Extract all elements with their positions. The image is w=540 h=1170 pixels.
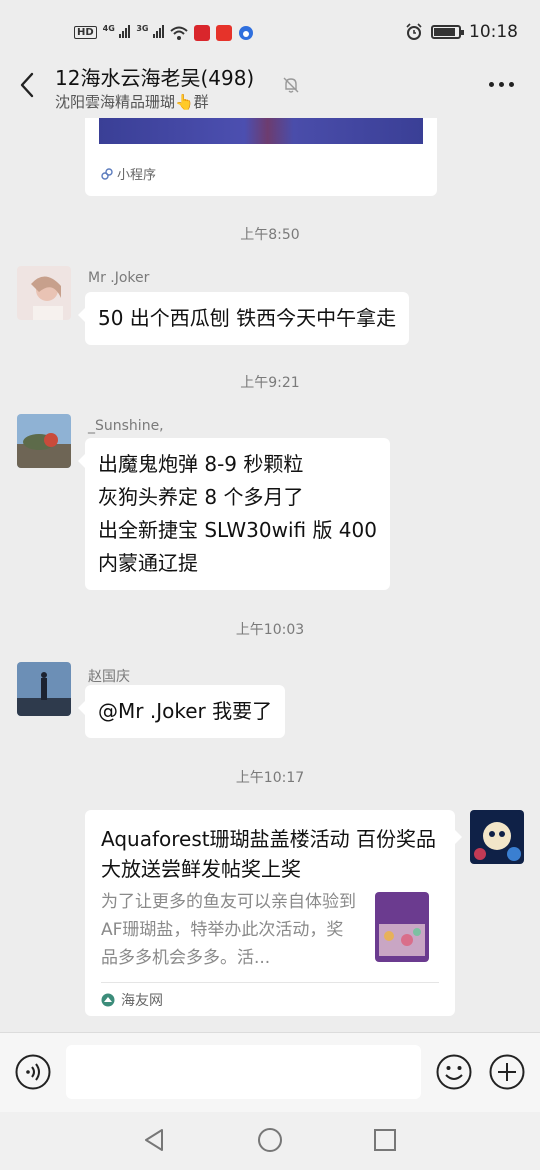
avatar[interactable] [17,662,71,716]
voice-input-icon[interactable] [15,1054,51,1090]
link-title: Aquaforest珊瑚盐盖楼活动 百份奖品大放送尝鲜发帖奖上奖 [101,827,436,881]
message-input-bar [0,1032,540,1112]
message-input[interactable] [66,1045,421,1099]
status-right-icons: 10:18 [405,22,518,42]
mini-program-icon [101,167,113,180]
avatar[interactable] [17,266,71,320]
link-source: 海友网 [101,990,163,1010]
nav-recent-apps-icon[interactable] [372,1127,398,1153]
app-notification-icon [193,24,210,41]
baidu-icon [238,25,253,40]
message-line: 灰狗头养定 8 个多月了 [98,485,304,509]
nav-back-icon[interactable] [142,1127,168,1153]
message-bubble[interactable]: 出魔鬼炮弹 8-9 秒颗粒 灰狗头养定 8 个多月了 出全新捷宝 SLW30wi… [78,438,390,590]
status-time: 10:18 [469,22,518,42]
plus-icon[interactable] [489,1054,525,1090]
timestamp: 上午10:17 [235,770,305,786]
link-description: 为了让更多的鱼友可以亲自体验到AF珊瑚盐，特举办此次活动，奖品多多机会多多。活.… [101,892,356,968]
alarm-icon [406,23,422,40]
message-bubble[interactable]: 50 出个西瓜刨 铁西今天中午拿走 [77,292,410,345]
message-bubble[interactable]: @Mr .Joker 我要了 [77,685,286,738]
source-logo-icon [101,993,115,1007]
divider [101,982,439,983]
chat-messages[interactable]: 小程序 上午8:50 Mr .Joker 50 出个西瓜刨 铁西今天中午拿走 上… [0,118,540,1032]
mini-program-source: 小程序 [101,164,156,183]
mini-program-label: 小程序 [117,168,157,183]
mini-program-card[interactable]: 小程序 [85,118,437,196]
message-line: @Mr .Joker 我要了 [98,699,273,723]
timestamp: 上午10:03 [235,622,305,638]
my-avatar[interactable] [470,810,524,864]
mute-bell-icon [283,77,299,93]
link-source-label: 海友网 [121,993,163,1009]
mini-program-thumbnail [99,118,423,144]
status-left-icons: HD 4G 3G [74,24,254,41]
chat-title: 12海水云海老吴(498) [55,66,255,90]
hd-indicator: HD [74,26,97,39]
wifi-icon [170,26,188,40]
timestamp: 上午9:21 [240,375,300,391]
sender-name: Mr .Joker [88,270,150,286]
message-line: 出全新捷宝 SLW30wifi 版 400 [98,518,377,542]
sender-name: 赵国庆 [88,669,130,685]
chat-subtitle: 沈阳雲海精品珊瑚👆群 [55,93,209,111]
signal-4g-icon: 4G [103,24,131,41]
link-thumbnail [367,888,437,966]
message-line: 50 出个西瓜刨 铁西今天中午拿走 [98,306,397,330]
sender-name: _Sunshine, [88,418,164,434]
system-nav-bar [0,1112,540,1170]
battery-icon [431,25,464,39]
link-card[interactable]: Aquaforest珊瑚盐盖楼活动 百份奖品大放送尝鲜发帖奖上奖 为了让更多的鱼… [85,810,462,1016]
chat-header: 12海水云海老吴(498) 沈阳雲海精品珊瑚👆群 [0,56,540,118]
app-notification-icon [215,24,232,41]
avatar[interactable] [17,414,71,468]
nav-home-icon[interactable] [257,1127,283,1153]
back-arrow-icon[interactable] [16,70,40,100]
signal-3g-icon: 3G [136,24,164,41]
timestamp: 上午8:50 [240,227,300,243]
more-options-icon[interactable] [489,82,514,87]
message-line: 出魔鬼炮弹 8-9 秒颗粒 [98,452,304,476]
emoji-icon[interactable] [436,1054,472,1090]
message-line: 内蒙通辽提 [98,551,198,575]
